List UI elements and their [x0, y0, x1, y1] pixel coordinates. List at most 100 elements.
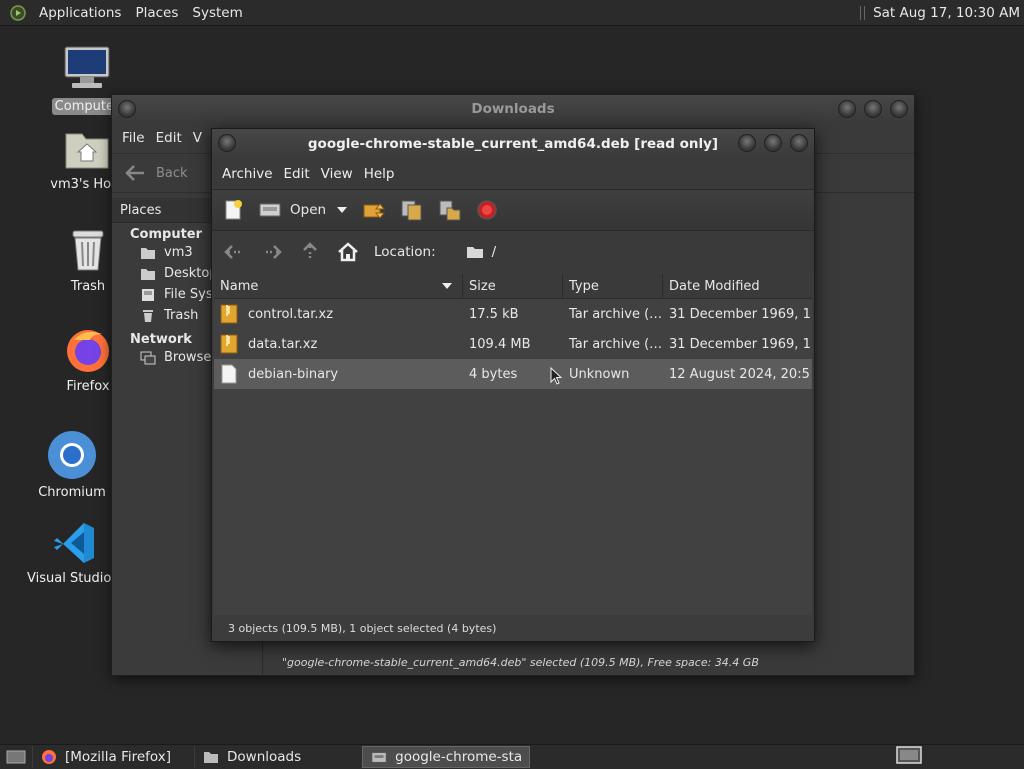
chromium-icon [48, 431, 96, 479]
workspace-switcher[interactable] [896, 746, 922, 768]
trash-icon [72, 230, 104, 271]
forward-arrow-icon [266, 245, 282, 259]
taskbar-item-downloads[interactable]: Downloads [194, 746, 362, 768]
workspace-icon [896, 746, 922, 764]
archive-manager-window[interactable]: google-chrome-stable_current_amd64.deb [… [211, 128, 815, 642]
maximize-button[interactable] [764, 134, 782, 152]
system-menu[interactable]: System [185, 5, 249, 21]
file-row-selected[interactable]: debian-binary 4 bytes Unknown 12 August … [214, 359, 812, 389]
close-button[interactable] [890, 100, 908, 118]
back-button[interactable]: Back [156, 166, 188, 181]
show-desktop-icon [6, 750, 26, 764]
view-menu[interactable]: View [321, 166, 364, 182]
add-files-button[interactable] [400, 198, 424, 222]
drive-icon [142, 288, 154, 301]
file-list[interactable]: Name Size Type Date Modified control.tar… [214, 274, 812, 615]
vscode-icon [54, 523, 94, 563]
desktop-icon-label: Firefox [66, 379, 110, 394]
clock[interactable]: Sat Aug 17, 10:30 AM [873, 5, 1020, 21]
edit-menu[interactable]: Edit [284, 166, 321, 182]
file-name: control.tar.xz [248, 306, 334, 322]
file-type: Unknown [569, 366, 630, 382]
distro-logo-icon[interactable] [10, 4, 26, 21]
file-date: 12 August 2024, 20:55 [669, 366, 810, 382]
help-menu[interactable]: Help [364, 166, 406, 182]
file-icon [221, 364, 237, 384]
up-nav-button[interactable] [298, 240, 322, 264]
extract-icon [363, 203, 386, 219]
file-date: 31 December 1969, 1… [669, 336, 810, 352]
window-menu-button[interactable] [218, 134, 236, 152]
firefox-icon [42, 750, 56, 764]
dropdown-arrow-icon[interactable] [336, 206, 348, 214]
close-button[interactable] [790, 134, 808, 152]
file-name: debian-binary [248, 366, 339, 382]
desktop-icon-chromium[interactable]: Chromium [22, 430, 122, 501]
add-files-icon [401, 200, 422, 221]
home-icon [338, 242, 358, 262]
maximize-button[interactable] [864, 100, 882, 118]
back-arrow-icon [224, 245, 240, 259]
new-document-icon [225, 200, 242, 220]
archive-titlebar[interactable]: google-chrome-stable_current_amd64.deb [… [212, 129, 814, 159]
desktop-icon-vscode[interactable]: Visual Studio Co [24, 520, 133, 587]
back-nav-button[interactable] [222, 240, 246, 264]
file-type: Tar archive (… [569, 336, 663, 352]
new-archive-button[interactable] [222, 199, 244, 221]
file-size: 17.5 kB [469, 306, 519, 322]
minimize-button[interactable] [738, 134, 756, 152]
view-menu[interactable]: V [193, 130, 213, 146]
places-menu[interactable]: Places [128, 5, 185, 21]
file-size: 109.4 MB [469, 336, 531, 352]
edit-menu[interactable]: Edit [156, 130, 193, 146]
file-type: Tar archive (… [569, 306, 663, 322]
open-button[interactable]: Open [258, 200, 348, 220]
file-row[interactable]: control.tar.xz 17.5 kB Tar archive (… 31… [214, 299, 812, 329]
back-arrow-icon[interactable] [124, 164, 146, 182]
file-menu[interactable]: File [122, 130, 156, 146]
archive-icon [220, 304, 238, 324]
forward-nav-button[interactable] [260, 240, 284, 264]
file-name: data.tar.xz [248, 336, 318, 352]
up-arrow-icon [303, 242, 317, 258]
show-desktop-button[interactable] [0, 746, 32, 768]
extract-button[interactable] [362, 199, 386, 221]
archive-manager-icon [371, 752, 387, 763]
column-header-date[interactable]: Date Modified [663, 274, 810, 298]
home-nav-button[interactable] [336, 240, 360, 264]
column-header-type[interactable]: Type [563, 274, 663, 298]
add-folder-button[interactable] [438, 198, 462, 222]
archive-menu[interactable]: Archive [222, 166, 284, 182]
column-header-row: Name Size Type Date Modified [214, 274, 812, 299]
downloads-statusbar: "google-chrome-stable_current_amd64.deb"… [282, 655, 759, 669]
minimize-button[interactable] [838, 100, 856, 118]
taskbar-item-archive-manager[interactable]: google-chrome-sta… [362, 746, 530, 768]
file-row[interactable]: data.tar.xz 109.4 MB Tar archive (… 31 D… [214, 329, 812, 359]
location-label: Location: [374, 244, 436, 260]
archive-statusbar: 3 objects (109.5 MB), 1 object selected … [228, 621, 497, 635]
location-bar: Location: / [212, 231, 814, 273]
open-button-label: Open [290, 202, 327, 218]
archive-menubar: Archive Edit View Help [212, 159, 814, 189]
home-icon [141, 247, 155, 259]
column-header-size[interactable]: Size [463, 274, 563, 298]
home-folder-icon [65, 133, 109, 169]
location-path[interactable]: / [492, 244, 497, 260]
applications-menu[interactable]: Applications [32, 5, 128, 21]
window-menu-button[interactable] [118, 100, 136, 118]
file-size: 4 bytes [469, 366, 518, 382]
file-date: 31 December 1969, 1… [669, 306, 810, 322]
add-folder-icon [439, 200, 461, 221]
trash-icon [143, 309, 153, 322]
downloads-titlebar[interactable]: Downloads [112, 95, 914, 123]
stop-button[interactable] [476, 199, 498, 221]
open-archive-icon [259, 203, 281, 217]
sort-descending-icon [442, 283, 452, 289]
column-header-name[interactable]: Name [214, 274, 463, 298]
firefox-icon [67, 330, 109, 372]
archive-icon [220, 334, 238, 354]
mouse-cursor-icon [550, 367, 562, 385]
bottom-panel: [Mozilla Firefox] Downloads google-chrom… [0, 744, 1024, 769]
taskbar-item-firefox[interactable]: [Mozilla Firefox] [32, 746, 194, 768]
desktop-folder-icon [141, 268, 155, 280]
